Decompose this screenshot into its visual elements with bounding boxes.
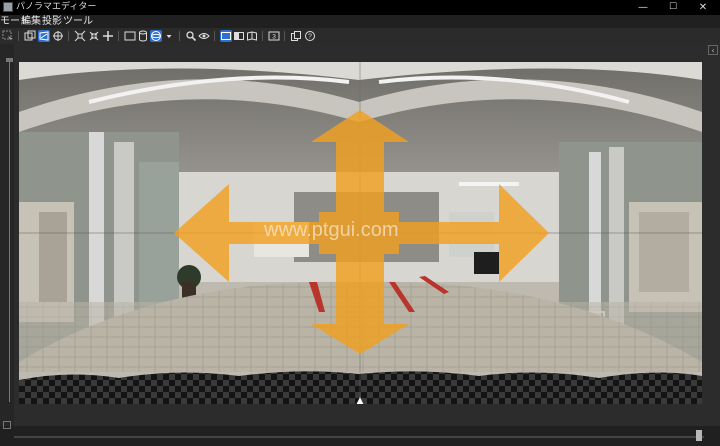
number-3-icon[interactable]: 3 [268, 30, 280, 42]
rectangle-icon[interactable] [124, 30, 136, 42]
maximize-button[interactable]: ☐ [658, 0, 688, 15]
horizontal-slider-thumb[interactable] [696, 430, 702, 441]
select-icon[interactable] [2, 30, 14, 42]
horizon-marker[interactable]: ▲ [357, 396, 364, 404]
toolbar: 3 ? [0, 28, 720, 44]
toolbar-separator [179, 31, 180, 41]
help-icon[interactable]: ? [304, 30, 316, 42]
svg-text:3: 3 [272, 34, 276, 41]
toolbar-separator [68, 31, 69, 41]
cylinder-icon[interactable] [137, 30, 149, 42]
app-icon [3, 2, 13, 12]
layers-icon[interactable] [24, 30, 36, 42]
menu-tools[interactable]: ツール [63, 15, 93, 28]
toolbar-separator [118, 31, 119, 41]
view-flat-icon[interactable] [220, 30, 232, 42]
sphere-icon[interactable] [150, 30, 162, 42]
search-icon[interactable] [185, 30, 197, 42]
slider-left-handle[interactable] [3, 421, 11, 429]
window-title: パノラマエディター [16, 2, 97, 12]
panorama-viewer[interactable]: www.ptgui.com ▲ [19, 62, 702, 404]
watermark-text: www.ptgui.com [263, 219, 399, 241]
menu-projection[interactable]: 投影 [42, 15, 62, 28]
horizontal-slider-track[interactable] [14, 436, 704, 438]
toolbar-separator [262, 31, 263, 41]
close-button[interactable]: ✕ [688, 0, 718, 15]
fit-icon[interactable] [74, 30, 86, 42]
panorama-canvas[interactable]: www.ptgui.com ▲ [19, 62, 702, 404]
free-view-icon[interactable] [38, 30, 50, 42]
svg-text:?: ? [308, 34, 312, 41]
toolbar-separator [214, 31, 215, 41]
copy-icon[interactable] [290, 30, 302, 42]
shrink-icon[interactable] [88, 30, 100, 42]
panel-collapse-button[interactable]: ‹ [708, 45, 718, 55]
vertical-slider-track[interactable] [9, 62, 10, 402]
menu-edit[interactable]: 編集 [21, 15, 41, 28]
view-book-icon[interactable] [246, 30, 258, 42]
toolbar-separator [18, 31, 19, 41]
move-icon[interactable] [52, 30, 64, 42]
toolbar-separator [284, 31, 285, 41]
minimize-button[interactable]: — [628, 0, 658, 15]
left-sidebar [0, 44, 14, 426]
cross-move-icon[interactable] [102, 30, 114, 42]
eye-icon[interactable] [198, 30, 210, 42]
chevron-down-icon[interactable] [163, 30, 175, 42]
view-split-icon[interactable] [233, 30, 245, 42]
menu-bar: モード 編集 投影 ツール [0, 15, 720, 28]
title-bar: パノラマエディター — ☐ ✕ [0, 0, 720, 15]
